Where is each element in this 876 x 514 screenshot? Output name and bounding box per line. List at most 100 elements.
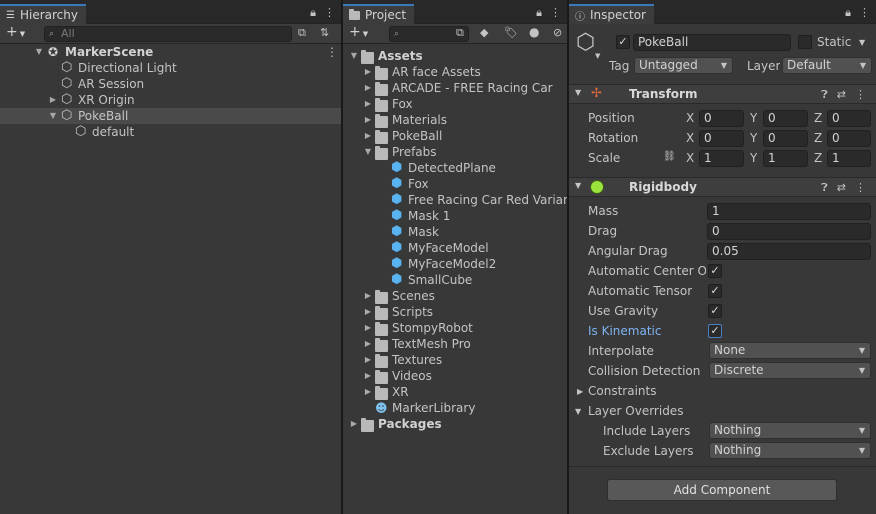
lock-icon[interactable]: 🔒︎ [310,6,316,20]
project-item-textures[interactable]: ▶ Textures [343,352,567,368]
collision-detection-dropdown[interactable]: Discrete ▼ [709,362,871,379]
collapse-arrow-icon[interactable]: ▶ [363,320,373,336]
angular-drag-field[interactable]: 0.05 [707,243,871,260]
project-item-mask[interactable]: ⬢ Mask [343,224,567,240]
collapse-arrow-icon[interactable]: ▶ [48,92,58,108]
collapse-arrow-icon[interactable]: ▶ [363,288,373,304]
collapse-arrow-icon[interactable]: ▶ [349,416,359,432]
scale-y-axis-label[interactable]: Y [750,151,757,165]
project-item-detectedplane[interactable]: ⬢ DetectedPlane [343,160,567,176]
static-checkbox[interactable] [798,35,812,49]
position-z-field[interactable]: 0 [827,110,871,127]
gameobject-large-icon[interactable]: ⬡ [576,32,595,54]
kebab-menu-icon[interactable]: ⋮ [859,6,870,20]
project-item-stompyrobot[interactable]: ▶ StompyRobot [343,320,567,336]
search-scope-icon[interactable]: ⧉ [456,26,464,40]
position-y-axis-label[interactable]: Y [750,111,757,125]
collapse-arrow-icon[interactable]: ▶ [363,64,373,80]
chevron-down-icon[interactable]: ▼ [859,38,865,47]
expand-arrow-icon[interactable]: ▼ [363,144,373,160]
collapse-arrow-icon[interactable]: ▶ [363,304,373,320]
project-item-scripts[interactable]: ▶ Scripts [343,304,567,320]
exclude-layers-dropdown[interactable]: Nothing ▼ [709,442,871,459]
scene-search-icon[interactable]: ⧉ [298,26,306,40]
inspector-tab[interactable]: ⓘ Inspector [569,4,654,24]
active-checkbox[interactable]: ✓ [616,35,630,49]
auto-center-checkbox[interactable]: ✓ [708,264,722,278]
collapse-arrow-icon[interactable]: ▼ [575,88,581,97]
rotation-z-axis-label[interactable]: Z [814,131,822,145]
collapse-arrow-icon[interactable]: ▶ [363,352,373,368]
is-kinematic-checkbox[interactable]: ✓ [708,324,722,338]
project-item-materials[interactable]: ▶ Materials [343,112,567,128]
collapse-arrow-icon[interactable]: ▶ [363,384,373,400]
tag-dropdown[interactable]: Untagged ▼ [634,57,733,74]
constrain-proportions-icon[interactable]: ⛓ [663,151,676,162]
collapse-arrow-icon[interactable]: ▶ [363,80,373,96]
scale-x-field[interactable]: 1 [699,150,744,167]
presets-icon[interactable]: ⇄ [837,181,846,195]
expand-arrow-icon[interactable]: ▼ [34,44,44,60]
hierarchy-tab[interactable]: ☰ Hierarchy [0,4,86,24]
collapse-arrow-icon[interactable]: ▶ [363,96,373,112]
project-item-packages[interactable]: ▶ Packages [343,416,567,432]
hierarchy-item-default[interactable]: ⬡ default [0,124,341,140]
scale-x-axis-label[interactable]: X [686,151,694,165]
filter-type-icon[interactable]: ◆ [480,26,488,39]
object-name-field[interactable]: PokeBall [633,34,791,51]
kebab-menu-icon[interactable]: ⋮ [326,44,338,60]
project-item-free-racing-car-red-variant[interactable]: ⬢ Free Racing Car Red Variant [343,192,567,208]
project-item-prefabs[interactable]: ▼ Prefabs [343,144,567,160]
project-item-assets[interactable]: ▼ Assets [343,48,567,64]
position-x-axis-label[interactable]: X [686,111,694,125]
expand-arrow-icon[interactable]: ▼ [575,407,581,416]
rotation-x-axis-label[interactable]: X [686,131,694,145]
hierarchy-search-input[interactable]: ⌕ All [44,26,292,42]
lock-icon[interactable]: 🔒︎ [845,6,851,20]
layer-overrides-foldout[interactable]: Layer Overrides [588,404,683,418]
auto-tensor-checkbox[interactable]: ✓ [708,284,722,298]
scale-z-axis-label[interactable]: Z [814,151,822,165]
add-component-button[interactable]: Add Component [607,479,837,501]
hidden-packages-icon[interactable]: ⊘ [553,26,562,39]
project-item-markerlibrary[interactable]: ☻ MarkerLibrary [343,400,567,416]
project-item-mask-1[interactable]: ⬢ Mask 1 [343,208,567,224]
project-item-myfacemodel2[interactable]: ⬢ MyFaceModel2 [343,256,567,272]
filter-label-icon[interactable]: 🏷︎ [504,26,518,39]
lock-icon[interactable]: 🔒︎ [536,6,542,20]
kebab-menu-icon[interactable]: ⋮ [550,6,561,20]
hierarchy-item-pokeball[interactable]: ▼ ⬡ PokeBall [0,108,341,124]
project-item-fox-folder[interactable]: ▶ Fox [343,96,567,112]
hierarchy-item-xr-origin[interactable]: ▶ ⬡ XR Origin [0,92,341,108]
project-item-textmesh-pro[interactable]: ▶ TextMesh Pro [343,336,567,352]
scale-y-field[interactable]: 1 [763,150,808,167]
collapse-arrow-icon[interactable]: ▶ [577,387,583,396]
layer-dropdown[interactable]: Default ▼ [782,57,872,74]
collapse-arrow-icon[interactable]: ▼ [575,181,581,190]
interpolate-dropdown[interactable]: None ▼ [709,342,871,359]
project-tab[interactable]: Project [343,4,415,24]
sort-icon[interactable]: ⇅ [320,26,329,39]
hierarchy-item-directional-light[interactable]: ⬡ Directional Light [0,60,341,76]
rotation-y-field[interactable]: 0 [763,130,808,147]
project-item-smallcube[interactable]: ⬢ SmallCube [343,272,567,288]
constraints-foldout[interactable]: Constraints [588,384,656,398]
collapse-arrow-icon[interactable]: ▶ [363,112,373,128]
help-icon[interactable]: ❓︎ [821,88,828,102]
position-x-field[interactable]: 0 [699,110,744,127]
help-icon[interactable]: ❓︎ [821,181,828,195]
drag-field[interactable]: 0 [707,223,871,240]
rotation-y-axis-label[interactable]: Y [750,131,757,145]
transform-header[interactable]: ▼ ✢ Transform ❓︎ ⇄ ⋮ [569,84,876,104]
project-item-arcade-racing-car[interactable]: ▶ ARCADE - FREE Racing Car [343,80,567,96]
presets-icon[interactable]: ⇄ [837,88,846,102]
collapse-arrow-icon[interactable]: ▶ [363,368,373,384]
expand-arrow-icon[interactable]: ▼ [349,48,359,64]
use-gravity-checkbox[interactable]: ✓ [708,304,722,318]
project-item-videos[interactable]: ▶ Videos [343,368,567,384]
mass-field[interactable]: 1 [707,203,871,220]
collapse-arrow-icon[interactable]: ▶ [363,128,373,144]
collapse-arrow-icon[interactable]: ▶ [363,336,373,352]
project-item-scenes[interactable]: ▶ Scenes [343,288,567,304]
create-button[interactable]: + ▼ [349,24,368,40]
